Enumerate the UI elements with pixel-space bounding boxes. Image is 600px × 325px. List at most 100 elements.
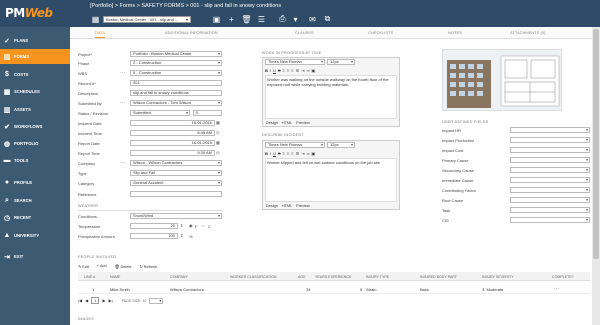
html-tab[interactable]: HTML [282,121,292,125]
align-center-icon[interactable]: ≡ [287,68,289,73]
sidebar-item-schedules[interactable]: ▦ SCHEDULES [0,84,70,99]
describe-incident-text[interactable]: Worker slipped and fell on wet surface c… [265,158,397,202]
strike-icon[interactable]: S [278,151,281,156]
col-injury-type[interactable]: INJURY TYPE [366,275,389,279]
task-field[interactable] [510,207,590,213]
tab-notes[interactable]: NOTES [448,30,462,35]
italic-icon[interactable]: I [270,151,271,156]
bold-icon[interactable]: B [265,68,268,73]
print-icon[interactable]: ⎙ [277,14,288,25]
col-age[interactable]: AGE [298,275,306,279]
clock-icon[interactable]: ◷ [216,150,220,155]
list-icon[interactable]: ☰ [256,14,267,25]
temperature-field[interactable]: 20 [130,223,178,229]
description-field[interactable]: slip and fall in snowy conditions [130,90,222,96]
stepper-icon[interactable]: ⇕ [180,233,183,238]
radio-c-icon[interactable]: ○ [202,223,204,228]
col-company[interactable]: COMPANY [170,275,188,279]
col-years-experience[interactable]: YEARS EXPERIENCE [315,275,351,279]
col-complete[interactable]: COMPLETE? [552,275,574,279]
wbs-field[interactable]: 5 - Construction [130,70,222,76]
project-field[interactable]: Portfolio - Boston Medical Center [130,51,222,57]
design-tab[interactable]: Design [266,121,278,125]
breadcrumb[interactable]: [Portfolio] > Forms > SAFETY FORMS > 001… [90,3,281,9]
app-logo[interactable]: PMWeb [5,6,53,20]
tab-clauses[interactable]: CLAUSES [295,30,314,35]
first-page-icon[interactable]: |◀ [78,298,82,303]
vertical-scrollbar[interactable] [592,27,600,325]
link-icon[interactable]: ∞ [307,68,310,73]
sidebar-item-plans[interactable]: ✓ PLANS [0,33,70,48]
more-icon[interactable]: ⋯ [120,100,125,106]
strike-icon[interactable]: S [278,68,281,73]
clock-icon[interactable]: ◷ [216,130,220,135]
precipitation-field[interactable]: 100 [130,233,178,239]
underline-icon[interactable]: U [273,68,276,73]
tab-attachments[interactable]: ATTACHMENTS (0) [510,30,545,35]
mail-icon[interactable]: ✉ [307,14,318,25]
image-icon[interactable]: ▣ [311,68,315,73]
indent-icon[interactable]: ⇥ [301,151,304,156]
tab-additional-information[interactable]: ADDITIONAL INFORMATION [165,30,218,35]
project-image[interactable] [442,49,562,111]
status-field[interactable]: Submitted [130,110,190,116]
revision-field[interactable]: 0 [193,110,222,116]
sidebar-item-profile[interactable]: ● PROFILE [0,175,70,190]
align-left-icon[interactable]: ≡ [283,68,285,73]
link-icon[interactable]: ∞ [307,151,310,156]
table-row[interactable] [78,284,590,294]
conditions-field[interactable]: Snow/Wind [130,213,222,219]
align-right-icon[interactable]: ≡ [291,68,293,73]
bold-icon[interactable]: B [265,151,268,156]
primary-cause-field[interactable] [510,157,590,163]
phase-field[interactable]: 2 - Construction [130,60,222,66]
sidebar-item-forms[interactable]: ▤ FORMS [0,49,70,64]
save-icon[interactable]: ▣ [211,14,222,25]
reference-field[interactable] [130,191,222,197]
incident-date-field[interactable]: 16-01-2016 [130,120,215,126]
col-name[interactable]: NAME [110,275,120,279]
col-worker-classification[interactable]: WORKER CLASSIFICATION [230,275,276,279]
prev-page-icon[interactable]: ◀ [85,298,88,303]
more-icon[interactable]: ⋯ [120,70,125,76]
align-left-icon[interactable]: ≡ [283,151,285,156]
size-select[interactable]: 12px [327,59,355,65]
col-injury-severity[interactable]: INJURY SEVERITY [482,275,514,279]
image-icon[interactable]: ▣ [311,151,315,156]
grid-icon[interactable]: ▦ [90,14,101,25]
tab-checklists[interactable]: CHECKLISTS [368,30,393,35]
record-field[interactable]: 001 [130,80,222,86]
more-icon[interactable]: ⋯ [554,286,559,292]
design-tab[interactable]: Design [266,204,278,208]
sidebar-item-costs[interactable]: $ COSTS [0,67,70,82]
sidebar-item-portfolio[interactable]: ◍ PORTFOLIO [0,136,70,151]
more-icon[interactable]: ⋯ [120,160,125,166]
company-field[interactable]: Wilson - Wilson Contractors [130,160,222,166]
calendar-icon[interactable]: ▦ [216,140,220,145]
calendar-icon[interactable]: ▦ [216,120,220,125]
sidebar-item-university[interactable]: ▲ UNIVERSITY [0,228,70,243]
page-size-select[interactable] [149,297,164,304]
radio-f-icon[interactable]: ◉ [189,223,193,228]
delete-icon[interactable]: 🗑 [241,14,252,25]
tab-data[interactable]: DATA [95,30,106,38]
col-injured-body-part[interactable]: INJURED BODY PART [420,275,457,279]
category-field[interactable]: General Accident [130,180,222,186]
preview-tab[interactable]: Preview [296,121,310,125]
attachment-icon[interactable]: ⧉ [322,14,333,25]
report-time-field[interactable]: 9:30 AM [130,150,215,156]
sidebar-item-tools[interactable]: ▬ TOOLS [0,153,70,168]
underline-icon[interactable]: U [273,151,276,156]
sidebar-item-search[interactable]: ⌕ SEARCH [0,193,70,208]
indent-icon[interactable]: ⇥ [301,68,304,73]
sidebar-item-exit[interactable]: ⇥ EXIT [0,249,70,264]
report-date-field[interactable]: 16-01-2016 [130,140,215,146]
next-page-icon[interactable]: ▶ [102,298,105,303]
list-icon[interactable]: ☰ [296,68,300,73]
incident-time-field[interactable]: 8:45 AM [130,130,215,136]
align-right-icon[interactable]: ≡ [291,151,293,156]
contributing-factor-field[interactable] [510,187,590,193]
sidebar-item-recent[interactable]: ◷ RECENT [0,210,70,225]
size-select[interactable]: 12px [327,142,355,148]
font-select[interactable]: Times New Roman [265,59,325,65]
